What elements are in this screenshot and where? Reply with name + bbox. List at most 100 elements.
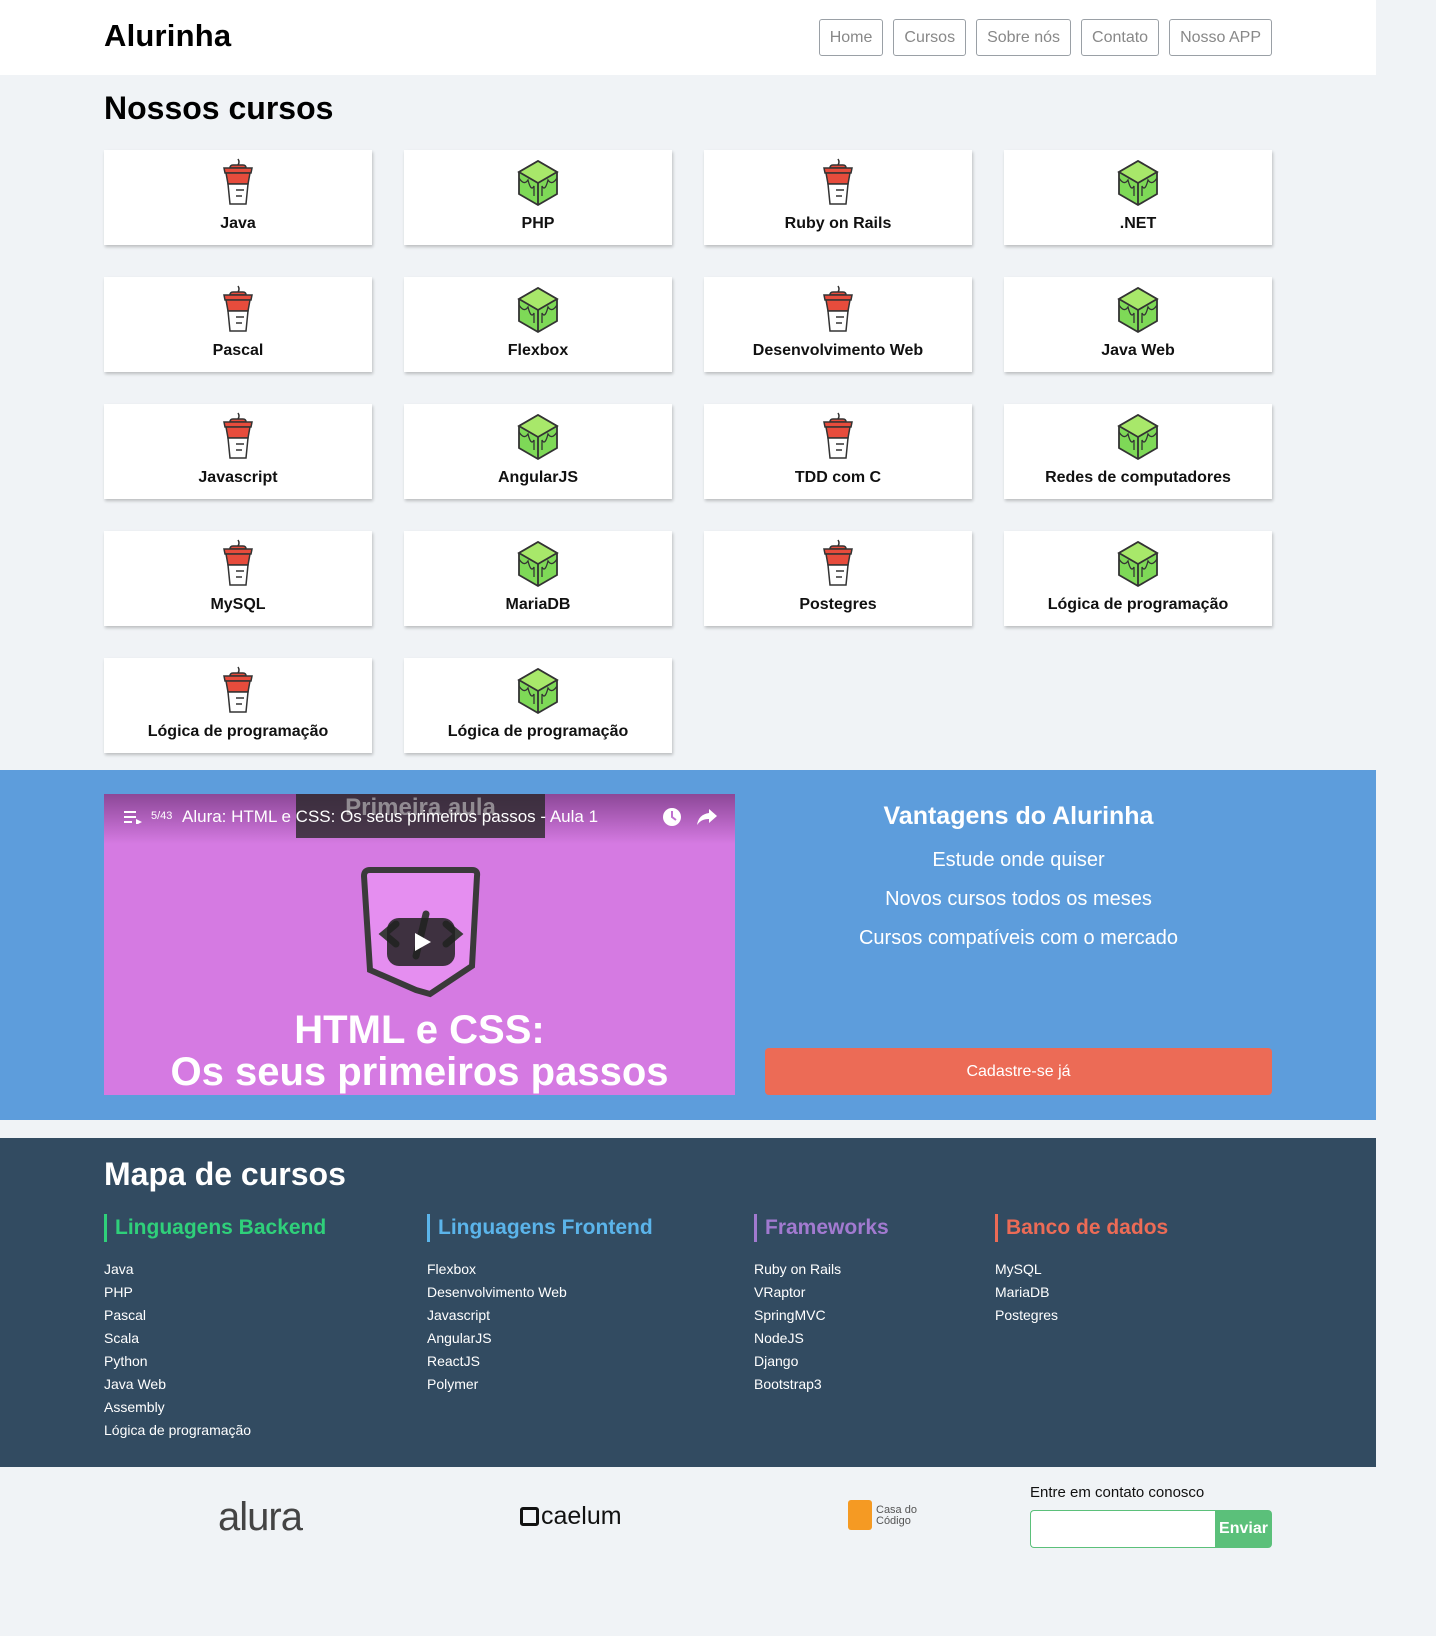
caelum-logo-text: caelum <box>541 1502 622 1530</box>
nav-contact-button[interactable]: Contato <box>1081 19 1160 56</box>
contact-label: Entre em contato conosco <box>1030 1484 1205 1501</box>
course-card[interactable]: Desenvolvimento Web <box>704 277 972 372</box>
course-card[interactable]: Javascript <box>104 404 372 499</box>
map-course-link[interactable]: ReactJS <box>427 1350 653 1373</box>
course-label: Ruby on Rails <box>784 215 892 232</box>
share-icon[interactable] <box>696 807 718 827</box>
cup-icon <box>816 412 860 462</box>
map-course-link[interactable]: Scala <box>104 1327 326 1350</box>
course-card[interactable]: PHP <box>404 150 672 245</box>
send-button[interactable]: Enviar <box>1215 1510 1272 1548</box>
map-course-link[interactable]: Javascript <box>427 1304 653 1327</box>
map-course-link[interactable]: Ruby on Rails <box>754 1258 889 1281</box>
map-course-link[interactable]: Desenvolvimento Web <box>427 1281 653 1304</box>
map-column-heading: Linguagens Frontend <box>427 1214 653 1242</box>
course-card[interactable]: Postegres <box>704 531 972 626</box>
video-title[interactable]: Alura: HTML e CSS: Os seus primeiros pas… <box>182 807 598 827</box>
course-label: Lógica de programação <box>447 723 629 740</box>
course-card[interactable]: AngularJS <box>404 404 672 499</box>
cube-icon <box>516 666 560 716</box>
course-card[interactable]: .NET <box>1004 150 1272 245</box>
casa-line-2: Código <box>876 1515 911 1527</box>
map-column-heading: Frameworks <box>754 1214 889 1242</box>
map-course-link[interactable]: NodeJS <box>754 1327 889 1350</box>
map-course-link[interactable]: SpringMVC <box>754 1304 889 1327</box>
map-course-link[interactable]: Lógica de programação <box>104 1419 326 1442</box>
contact-email-input[interactable] <box>1030 1510 1216 1548</box>
map-course-link[interactable]: PHP <box>104 1281 326 1304</box>
caelum-logo[interactable]: caelum <box>520 1502 622 1531</box>
course-label: PHP <box>521 215 555 232</box>
map-course-link[interactable]: Pascal <box>104 1304 326 1327</box>
course-label: AngularJS <box>497 469 578 486</box>
site-footer: alura caelum Casa do Código Entre em cont… <box>0 1467 1376 1568</box>
advantage-item: Novos cursos todos os meses <box>885 888 1152 910</box>
cup-icon <box>216 666 260 716</box>
map-column-backend: Linguagens Backend Java PHP Pascal Scala Pyth… <box>104 1214 326 1442</box>
map-course-link[interactable]: Java <box>104 1258 326 1281</box>
nav-about-button[interactable]: Sobre nós <box>976 19 1072 56</box>
playlist-position: 5/43 <box>151 810 173 822</box>
map-course-link[interactable]: MariaDB <box>995 1281 1168 1304</box>
play-button[interactable] <box>387 918 455 966</box>
course-card[interactable]: Lógica de programação <box>1004 531 1272 626</box>
map-course-link[interactable]: Flexbox <box>427 1258 653 1281</box>
advantage-item: Estude onde quiser <box>932 849 1105 871</box>
playlist-icon[interactable] <box>124 810 142 824</box>
course-card[interactable]: MariaDB <box>404 531 672 626</box>
course-card[interactable]: Pascal <box>104 277 372 372</box>
course-card[interactable]: Java <box>104 150 372 245</box>
course-card[interactable]: Lógica de programação <box>404 658 672 753</box>
map-course-link[interactable]: Bootstrap3 <box>754 1373 889 1396</box>
map-course-link[interactable]: VRaptor <box>754 1281 889 1304</box>
course-label: Redes de computadores <box>1045 469 1231 486</box>
cup-icon <box>216 285 260 335</box>
map-course-link[interactable]: Java Web <box>104 1373 326 1396</box>
course-label: Pascal <box>212 342 264 359</box>
cube-icon <box>1116 412 1160 462</box>
course-card[interactable]: Ruby on Rails <box>704 150 972 245</box>
course-card[interactable]: Flexbox <box>404 277 672 372</box>
course-label: Javascript <box>198 469 278 486</box>
play-icon <box>415 933 431 951</box>
nav-home-button[interactable]: Home <box>818 19 884 56</box>
signup-button[interactable]: Cadastre-se já <box>765 1048 1272 1095</box>
course-grid: Java PHP Ruby on Rails .NET Pascal Flexbox Des… <box>104 150 1272 753</box>
course-label: .NET <box>1119 215 1157 232</box>
course-card[interactable]: Java Web <box>1004 277 1272 372</box>
map-course-link[interactable]: MySQL <box>995 1258 1168 1281</box>
video-headline-2: Os seus primeiros passos <box>170 1050 669 1094</box>
map-course-link[interactable]: Django <box>754 1350 889 1373</box>
map-course-link[interactable]: Assembly <box>104 1396 326 1419</box>
course-map: Mapa de cursos Linguagens Backend Java PHP… <box>0 1138 1376 1467</box>
site-logo[interactable]: Alurinha <box>104 18 231 54</box>
nav-app-button[interactable]: Nosso APP <box>1169 19 1272 56</box>
video-player[interactable]: 5/43 Primeira aula Alura: HTML e CSS: Os… <box>104 794 735 1095</box>
course-label: Desenvolvimento Web <box>752 342 924 359</box>
course-card[interactable]: TDD com C <box>704 404 972 499</box>
alura-logo[interactable]: alura <box>218 1495 303 1540</box>
map-course-link[interactable]: Python <box>104 1350 326 1373</box>
map-title: Mapa de cursos <box>104 1156 346 1192</box>
cube-icon <box>516 412 560 462</box>
course-label: TDD com C <box>794 469 882 486</box>
course-card[interactable]: Lógica de programação <box>104 658 372 753</box>
cup-icon <box>816 158 860 208</box>
casa-do-codigo-text: Casa do Código <box>876 1505 917 1527</box>
map-course-link[interactable]: Postegres <box>995 1304 1168 1327</box>
cube-icon <box>516 158 560 208</box>
map-column-list: MySQL MariaDB Postegres <box>995 1258 1168 1327</box>
nav-courses-button[interactable]: Cursos <box>893 19 967 56</box>
cube-icon <box>1116 285 1160 335</box>
course-card[interactable]: MySQL <box>104 531 372 626</box>
map-column-heading: Linguagens Backend <box>104 1214 326 1242</box>
watch-later-icon[interactable] <box>661 806 683 828</box>
cube-icon <box>516 285 560 335</box>
map-column-list: Flexbox Desenvolvimento Web Javascript Angu… <box>427 1258 653 1396</box>
map-column-databases: Banco de dados MySQL MariaDB Postegres <box>995 1214 1168 1327</box>
cube-icon <box>1116 158 1160 208</box>
cube-icon <box>1116 539 1160 589</box>
course-card[interactable]: Redes de computadores <box>1004 404 1272 499</box>
map-course-link[interactable]: AngularJS <box>427 1327 653 1350</box>
map-course-link[interactable]: Polymer <box>427 1373 653 1396</box>
